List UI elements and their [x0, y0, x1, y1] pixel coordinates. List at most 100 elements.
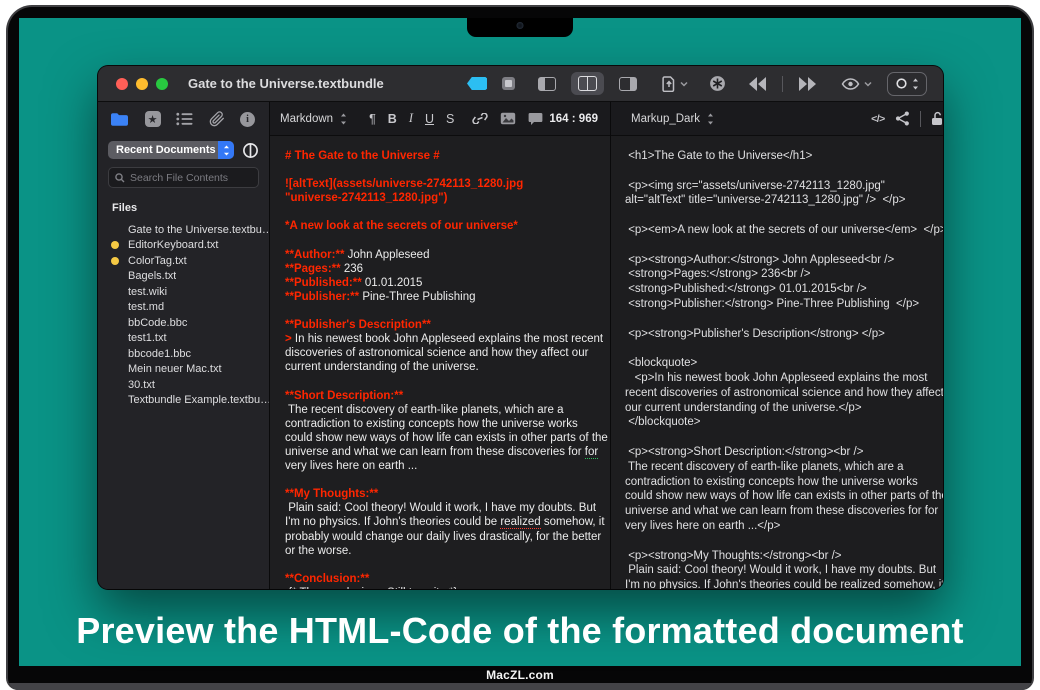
stepper-arrows-icon	[707, 113, 714, 125]
editor-content[interactable]: # The Gate to the Universe # ![altText](…	[270, 136, 610, 589]
link-icon[interactable]	[472, 113, 488, 124]
preview-content[interactable]: <h1>The Gate to the Universe</h1> <p><im…	[611, 136, 943, 589]
editor-line: **Author:** John Appleseed	[285, 248, 604, 262]
info-icon[interactable]: i	[240, 112, 255, 127]
star-icon[interactable]: ★	[145, 111, 161, 127]
comment-icon[interactable]	[528, 112, 543, 125]
file-name: bbcode1.bbc	[128, 348, 191, 360]
editor-line: **Publisher's Description**	[285, 318, 604, 332]
file-item[interactable]: EditorKeyboard.txt	[98, 238, 269, 254]
editor-line	[285, 473, 604, 487]
sidebar-left-icon[interactable]	[538, 77, 556, 91]
editor-line: probably would change our daily lives dr…	[285, 530, 604, 544]
preview-line	[625, 341, 943, 356]
laptop-frame: Gate to the Universe.textbundle	[6, 5, 1034, 690]
preview-line	[625, 238, 943, 253]
tag-dot-icon	[111, 257, 119, 265]
file-item[interactable]: bbCode.bbc	[98, 315, 269, 331]
list-icon[interactable]	[176, 112, 193, 126]
stepper-arrows-icon	[912, 78, 919, 90]
export-document-button[interactable]	[662, 76, 688, 92]
paperclip-icon[interactable]	[209, 111, 225, 127]
sidebar-right-icon[interactable]	[619, 77, 637, 91]
circle-icon	[896, 78, 907, 89]
preview-line: <p><strong>Short Description:</strong><b…	[625, 445, 943, 460]
preview-line: recent discoveries of astronomical scien…	[625, 386, 943, 401]
close-button[interactable]	[116, 78, 128, 90]
split-view-icon	[578, 76, 597, 91]
image-icon[interactable]	[500, 112, 516, 125]
file-name: test.md	[128, 301, 164, 313]
recent-documents-dropdown[interactable]: Recent Documents	[108, 141, 234, 159]
file-item[interactable]: Bagels.txt	[98, 269, 269, 285]
zoom-stepper[interactable]	[887, 72, 927, 96]
preview-line: <p><em>A new look at the secrets of our …	[625, 223, 943, 238]
code-icon[interactable]: </>	[871, 113, 885, 125]
files-header: Files	[112, 202, 269, 214]
file-item[interactable]: Mein neuer Mac.txt	[98, 362, 269, 378]
tag-icon[interactable]	[467, 77, 487, 90]
format-dropdown-value: Markdown	[280, 113, 333, 125]
preview-line: <p><strong>Publisher's Description</stro…	[625, 327, 943, 342]
bold-button[interactable]: B	[388, 112, 397, 126]
editor-line: universe and what we can learn from thes…	[285, 445, 604, 459]
minimize-button[interactable]	[136, 78, 148, 90]
editor-line: ![altText](assets/universe-2742113_1280.…	[285, 177, 604, 191]
file-item[interactable]: test1.txt	[98, 331, 269, 347]
preview-line: I'm no physics. If John's theories could…	[625, 578, 943, 589]
paragraph-button[interactable]: ¶	[369, 112, 376, 126]
preview-line: <blockquote>	[625, 356, 943, 371]
preview-line: very lives here on earth ...</p>	[625, 519, 943, 534]
strikethrough-button[interactable]: S	[446, 112, 454, 126]
previous-change-icon[interactable]	[747, 77, 767, 91]
chevron-down-icon	[680, 81, 688, 87]
preview-line: <p><strong>Author:</strong> John Applese…	[625, 253, 943, 268]
preview-pane: Markup_Dark </>	[611, 102, 943, 589]
preview-line	[625, 208, 943, 223]
editor-line	[285, 558, 604, 572]
preview-line: <p><img src="assets/universe-2742113_128…	[625, 179, 943, 194]
file-item[interactable]: 30.txt	[98, 377, 269, 393]
file-item[interactable]: Gate to the Universe.textbu…	[98, 222, 269, 238]
toolbar-divider	[782, 76, 783, 92]
file-item[interactable]: Textbundle Example.textbu…	[98, 393, 269, 409]
preview-line: contradiction to existing concepts how t…	[625, 475, 943, 490]
watermark: MacZL.com	[8, 668, 1032, 682]
file-name: bbCode.bbc	[128, 317, 187, 329]
file-item[interactable]: test.wiki	[98, 284, 269, 300]
target-icon[interactable]	[709, 75, 726, 92]
character-counter: 164 : 969	[549, 113, 600, 125]
search-input[interactable]: Search File Contents	[108, 167, 259, 188]
editor-line: **My Thoughts:**	[285, 487, 604, 501]
underline-button[interactable]: U	[425, 112, 434, 126]
editor-toolbar: Markdown ¶ B I U S	[270, 102, 610, 136]
file-name: test1.txt	[128, 332, 167, 344]
share-icon[interactable]	[895, 111, 910, 126]
unlock-icon[interactable]	[931, 111, 943, 126]
window-title: Gate to the Universe.textbundle	[188, 76, 384, 91]
preview-line: alt="altText" title="universe-2742113_12…	[625, 193, 943, 208]
file-item[interactable]: ColorTag.txt	[98, 253, 269, 269]
sidebar: ★ i Recent Documents	[98, 102, 270, 589]
file-item[interactable]: bbcode1.bbc	[98, 346, 269, 362]
file-item[interactable]: test.md	[98, 300, 269, 316]
search-icon	[115, 173, 125, 183]
dropdown-arrows-icon	[218, 141, 234, 159]
preview-line	[625, 312, 943, 327]
italic-button[interactable]: I	[409, 111, 413, 126]
file-name: EditorKeyboard.txt	[128, 239, 219, 251]
chevron-down-icon	[864, 81, 872, 87]
format-dropdown[interactable]: Markdown	[280, 113, 347, 125]
zoom-button[interactable]	[156, 78, 168, 90]
split-circle-icon[interactable]	[242, 142, 259, 159]
laptop-deck	[8, 683, 1032, 690]
file-name: Bagels.txt	[128, 270, 176, 282]
editor-line	[285, 163, 604, 177]
fullscreen-icon[interactable]	[502, 77, 515, 90]
editor-line: current understanding of the universe.	[285, 360, 604, 374]
next-change-icon[interactable]	[798, 77, 818, 91]
split-view-button[interactable]	[571, 72, 604, 95]
folder-icon[interactable]	[110, 112, 129, 127]
theme-dropdown[interactable]: Markup_Dark	[621, 113, 714, 125]
preview-mode-button[interactable]	[841, 78, 872, 90]
